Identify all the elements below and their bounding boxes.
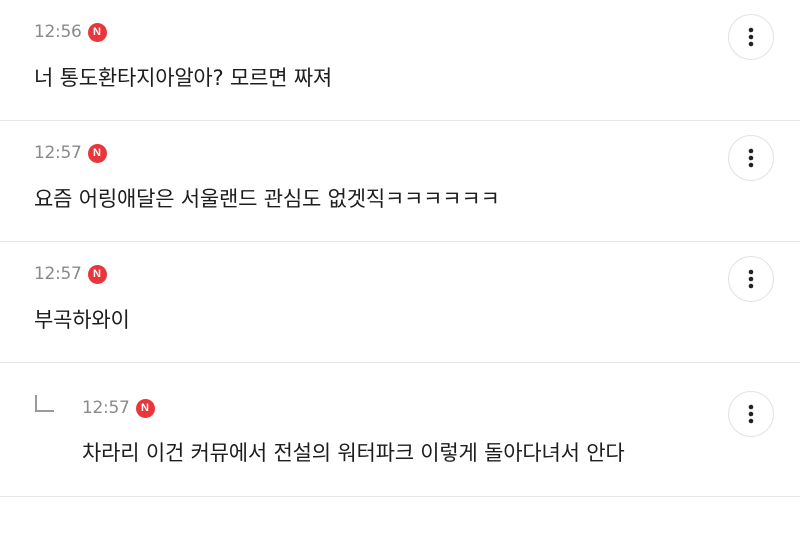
comment-item: 12:57 N 요즘 어링애달은 서울랜드 관심도 없겟직ㅋㅋㅋㅋㅋㅋ <box>0 121 800 242</box>
more-vertical-icon <box>748 269 754 289</box>
more-vertical-icon <box>748 27 754 47</box>
new-badge: N <box>87 264 107 284</box>
comment-time: 12:56 <box>34 22 82 42</box>
comment-time: 12:57 <box>34 264 82 284</box>
reply-arrow-icon <box>35 395 54 412</box>
comment-meta: 12:57 N <box>34 264 107 284</box>
new-badge: N <box>135 398 155 418</box>
more-options-button[interactable] <box>728 391 774 437</box>
comment-list: 12:56 N 너 통도환타지아알아? 모르면 짜져 12:57 N 요즘 어링… <box>0 0 800 497</box>
comment-text: 차라리 이건 커뮤에서 전설의 워터파크 이렇게 돌아다녀서 안다 <box>82 441 625 465</box>
comment-item: 12:56 N 너 통도환타지아알아? 모르면 짜져 <box>0 0 800 121</box>
comment-meta: 12:56 N <box>34 22 107 42</box>
more-vertical-icon <box>748 148 754 168</box>
new-badge: N <box>87 22 107 42</box>
more-options-button[interactable] <box>728 256 774 302</box>
comment-text: 요즘 어링애달은 서울랜드 관심도 없겟직ㅋㅋㅋㅋㅋㅋ <box>34 187 500 211</box>
comment-meta: 12:57 N <box>34 143 107 163</box>
comment-meta: 12:57 N <box>82 398 155 418</box>
new-badge: N <box>87 143 107 163</box>
comment-text: 부곡하와이 <box>34 308 130 332</box>
comment-time: 12:57 <box>82 398 130 418</box>
more-options-button[interactable] <box>728 14 774 60</box>
comment-text: 너 통도환타지아알아? 모르면 짜져 <box>34 66 333 90</box>
more-options-button[interactable] <box>728 135 774 181</box>
reply-item: 12:57 N 차라리 이건 커뮤에서 전설의 워터파크 이렇게 돌아다녀서 안… <box>0 363 800 497</box>
comment-item: 12:57 N 부곡하와이 <box>0 242 800 363</box>
more-vertical-icon <box>748 404 754 424</box>
comment-time: 12:57 <box>34 143 82 163</box>
